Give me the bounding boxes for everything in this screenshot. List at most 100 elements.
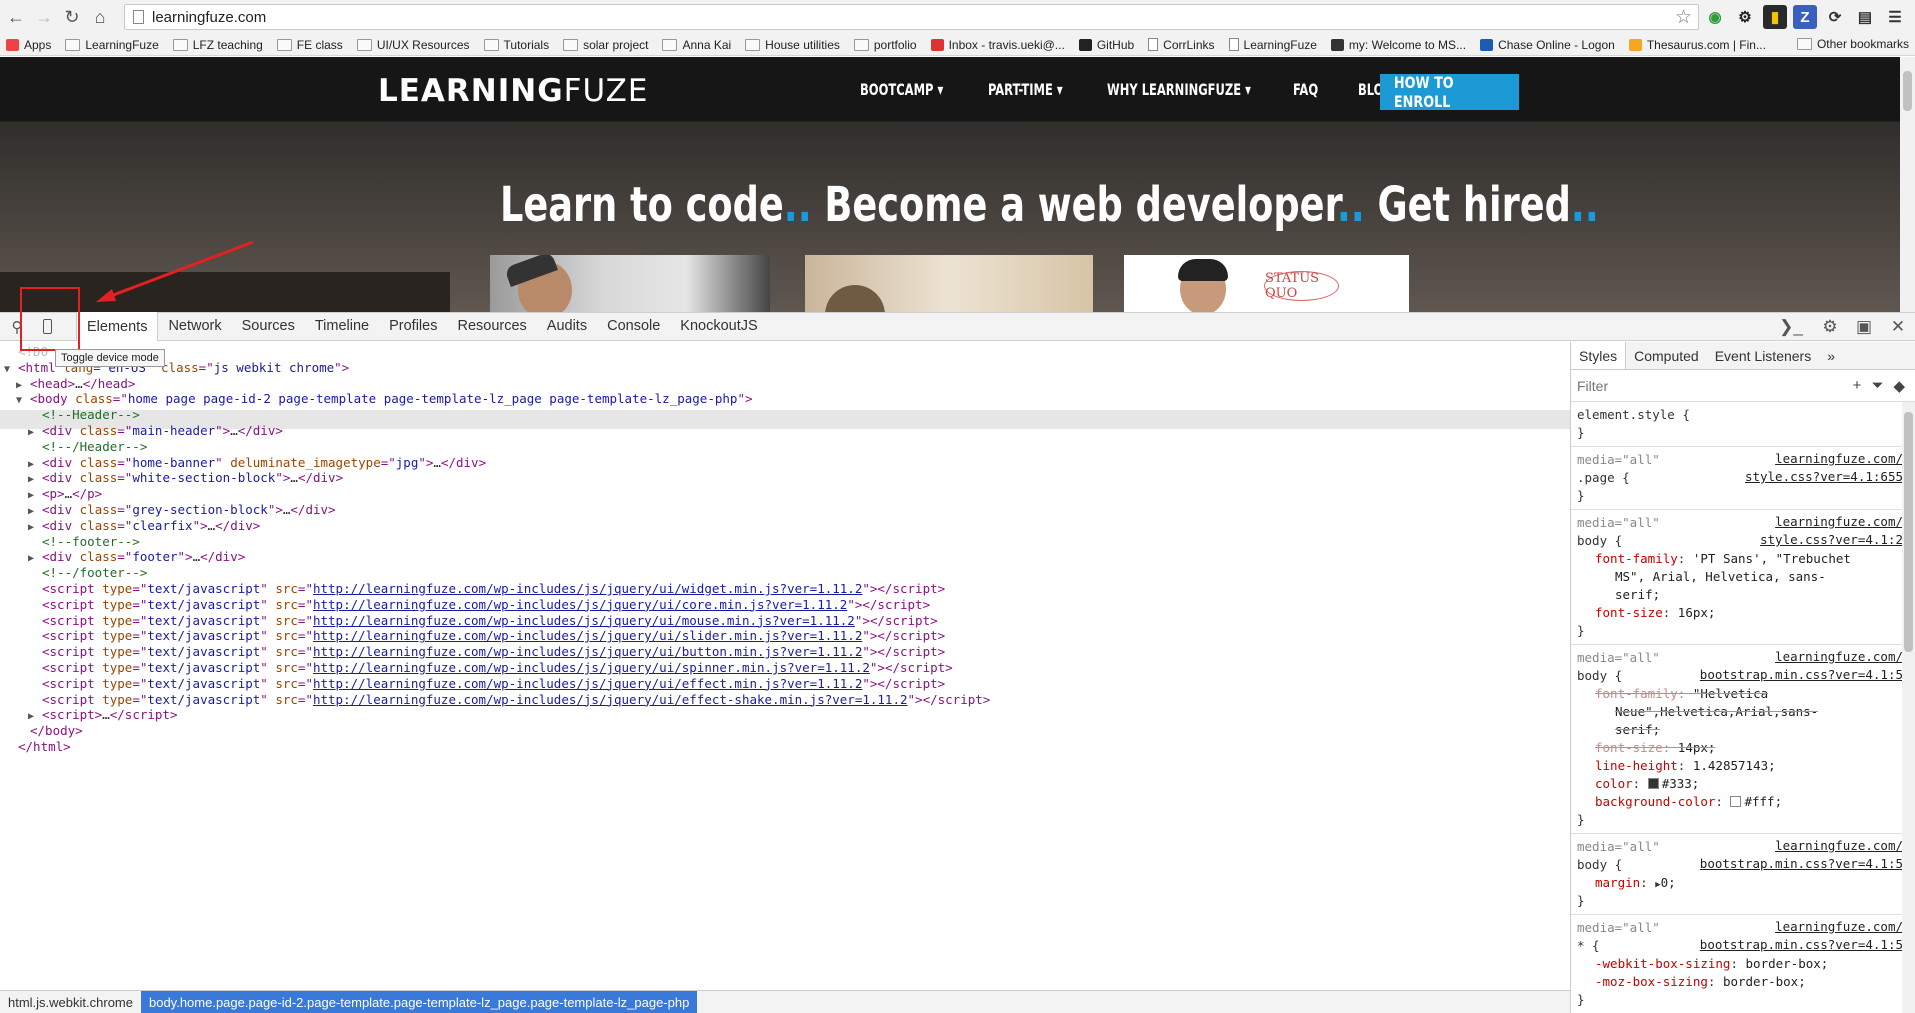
bookmark-item[interactable]: LearningFuze — [1228, 38, 1317, 52]
css-declaration[interactable]: Neue",Helvetica,Arial,sans- — [1577, 703, 1909, 721]
console-drawer-icon[interactable]: ❯_ — [1769, 313, 1813, 341]
reader-extension-icon[interactable]: ▤ — [1853, 5, 1877, 29]
bookmark-item[interactable]: Tutorials — [483, 38, 549, 52]
css-declaration[interactable]: background-color: #fff; — [1577, 793, 1909, 811]
gear-icon[interactable]: ⚙ — [1813, 313, 1847, 341]
bookmark-extension-icon[interactable]: ▮ — [1763, 5, 1787, 29]
bookmark-item[interactable]: Anna Kai — [662, 38, 731, 52]
menu-icon[interactable]: ☰ — [1883, 5, 1907, 29]
css-declaration[interactable]: serif; — [1577, 721, 1909, 739]
bookmark-star-icon[interactable]: ☆ — [1675, 6, 1692, 29]
tab-knockoutjs[interactable]: KnockoutJS — [670, 312, 767, 340]
css-declaration[interactable]: font-size: 14px; — [1577, 739, 1909, 757]
pin-state-icon[interactable]: ⏷ — [1871, 377, 1883, 395]
bookmark-item[interactable]: UI/UX Resources — [356, 38, 470, 52]
rule-source-link[interactable]: style.css?ver=4.1:655 — [1745, 469, 1903, 484]
bookmark-item[interactable]: FE class — [276, 38, 343, 52]
bookmark-item[interactable]: my: Welcome to MS... — [1330, 38, 1466, 52]
css-rule[interactable]: media="all" learningfuze.com/style.css?ve… — [1571, 447, 1915, 510]
tab-audits[interactable]: Audits — [537, 312, 597, 340]
home-icon[interactable]: ⌂ — [86, 3, 114, 31]
rule-source-link[interactable]: learningfuze.com/ — [1775, 514, 1903, 529]
gear-extension-icon[interactable]: ⚙ — [1733, 5, 1757, 29]
css-declaration[interactable]: color: #333; — [1577, 775, 1909, 793]
photo-thumbnail-2[interactable] — [805, 255, 1093, 312]
bookmark-item[interactable]: CorrLinks — [1148, 38, 1215, 52]
css-rule[interactable]: media="all" learningfuze.com/style.css?ve… — [1571, 510, 1915, 645]
styles-filter-input[interactable] — [1577, 377, 1777, 394]
script-src-link[interactable]: http://learningfuze.com/wp-includes/js/j… — [313, 613, 855, 628]
other-bookmarks[interactable]: Other bookmarks — [1796, 37, 1909, 51]
bookmark-item[interactable]: Thesaurus.com | Fin... — [1628, 38, 1766, 52]
tab-profiles[interactable]: Profiles — [379, 312, 447, 340]
address-bar[interactable]: learningfuze.com ☆ — [124, 4, 1699, 30]
photo-thumbnail-3[interactable]: STATUS QUO — [1124, 255, 1409, 312]
css-declaration[interactable]: -moz-box-sizing: border-box; — [1577, 973, 1909, 991]
how-to-enroll-button[interactable]: HOW TO ENROLL — [1380, 73, 1519, 111]
bookmark-item[interactable]: LFZ teaching — [172, 38, 263, 52]
bookmark-item[interactable]: Apps — [6, 38, 51, 52]
script-src-link[interactable]: http://learningfuze.com/wp-includes/js/j… — [313, 597, 847, 612]
rule-source-link[interactable]: learningfuze.com/ — [1775, 919, 1903, 934]
breadcrumb-item-body[interactable]: body.home.page.page-id-2.page-template.p… — [140, 991, 698, 1013]
rule-source-link[interactable]: style.css?ver=4.1:2 — [1760, 532, 1903, 547]
tab-network[interactable]: Network — [158, 312, 231, 340]
bookmark-item[interactable]: LearningFuze — [65, 38, 159, 52]
script-src-link[interactable]: http://learningfuze.com/wp-includes/js/j… — [313, 581, 862, 596]
bookmark-item[interactable]: Chase Online - Logon — [1480, 38, 1615, 52]
script-src-link[interactable]: http://learningfuze.com/wp-includes/js/j… — [313, 676, 862, 691]
dom-node-row[interactable]: </html> — [4, 737, 71, 756]
tab-console[interactable]: Console — [597, 312, 670, 340]
bookmark-item[interactable]: Inbox - travis.ueki@... — [930, 38, 1065, 52]
sync-extension-icon[interactable]: ⟳ — [1823, 5, 1847, 29]
script-src-link[interactable]: http://learningfuze.com/wp-includes/js/j… — [313, 660, 870, 675]
css-declaration[interactable]: line-height: 1.42857143; — [1577, 757, 1909, 775]
nav-why-learningfuze[interactable]: WHY LEARNINGFUZE ▾ — [1107, 80, 1251, 99]
css-declaration[interactable]: font-family: "Helvetica — [1577, 685, 1909, 703]
rule-source-link[interactable]: learningfuze.com/ — [1775, 451, 1903, 466]
rule-source-link[interactable]: bootstrap.min.css?ver=4.1:5 — [1700, 937, 1903, 952]
rule-source-link[interactable]: bootstrap.min.css?ver=4.1:5 — [1700, 667, 1903, 682]
bookmark-item[interactable]: House utilities — [745, 38, 840, 52]
css-declaration[interactable]: -webkit-box-sizing: border-box; — [1577, 955, 1909, 973]
css-declaration[interactable]: serif; — [1577, 586, 1909, 604]
dock-side-icon[interactable]: ▣ — [1847, 313, 1881, 341]
script-src-link[interactable]: http://learningfuze.com/wp-includes/js/j… — [313, 692, 908, 707]
tab-styles[interactable]: Styles — [1571, 342, 1627, 369]
css-rule[interactable]: media="all" learningfuze.com/bootstrap.mi… — [1571, 645, 1915, 834]
css-rule[interactable]: element.style {} — [1571, 402, 1915, 447]
css-declaration[interactable]: MS", Arial, Helvetica, sans- — [1577, 568, 1909, 586]
nav-bootcamp[interactable]: BOOTCAMP ▾ — [860, 80, 943, 99]
evernote-extension-icon[interactable]: ◉ — [1703, 5, 1727, 29]
css-declaration[interactable]: font-family: 'PT Sans', "Trebuchet — [1577, 550, 1909, 568]
tab-sources[interactable]: Sources — [232, 312, 305, 340]
css-declaration[interactable]: font-size: 16px; — [1577, 604, 1909, 622]
more-tabs-icon[interactable]: » — [1819, 342, 1843, 369]
script-src-link[interactable]: http://learningfuze.com/wp-includes/js/j… — [313, 644, 862, 659]
close-icon[interactable]: ✕ — [1881, 313, 1915, 341]
script-src-link[interactable]: http://learningfuze.com/wp-includes/js/j… — [313, 628, 862, 643]
scrollbar-thumb[interactable] — [1903, 71, 1912, 111]
forward-arrow-icon[interactable]: → — [30, 3, 58, 31]
css-rule[interactable]: media="all" learningfuze.com/bootstrap.mi… — [1571, 915, 1915, 1013]
color-swatch[interactable] — [1647, 778, 1659, 789]
back-arrow-icon[interactable]: ← — [2, 3, 30, 31]
bookmark-item[interactable]: GitHub — [1078, 38, 1134, 52]
breadcrumb-item-html[interactable]: html.js.webkit.chrome — [0, 991, 141, 1013]
nav-part-time[interactable]: PART-TIME ▾ — [988, 80, 1063, 99]
rule-source-link[interactable]: learningfuze.com/ — [1775, 649, 1903, 664]
rule-source-link[interactable]: learningfuze.com/ — [1775, 838, 1903, 853]
styles-scrollbar[interactable] — [1902, 402, 1915, 1013]
color-format-icon[interactable]: ◆ — [1893, 377, 1905, 395]
tab-computed[interactable]: Computed — [1626, 342, 1707, 369]
tab-resources[interactable]: Resources — [447, 312, 536, 340]
site-logo[interactable]: LEARNINGFUZE — [378, 73, 648, 109]
css-rule[interactable]: media="all" learningfuze.com/bootstrap.mi… — [1571, 834, 1915, 915]
bookmark-item[interactable]: portfolio — [853, 38, 917, 52]
tab-event-listeners[interactable]: Event Listeners — [1707, 342, 1820, 369]
photo-thumbnail-1[interactable] — [490, 255, 770, 312]
z-extension-icon[interactable]: Z — [1793, 5, 1817, 29]
reload-icon[interactable]: ↻ — [58, 3, 86, 31]
bookmark-item[interactable]: solar project — [563, 38, 648, 52]
css-declaration[interactable]: margin: ▶0; — [1577, 874, 1909, 892]
